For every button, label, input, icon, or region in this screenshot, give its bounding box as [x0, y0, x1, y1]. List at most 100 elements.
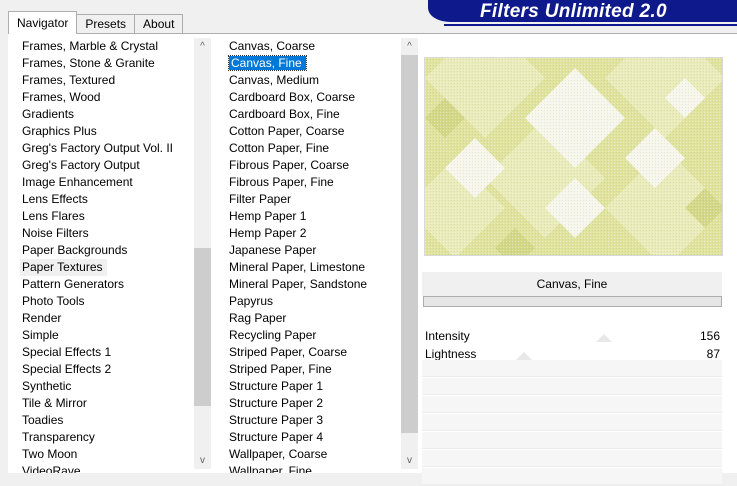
category-item-label: Paper Backgrounds: [22, 243, 128, 257]
category-item[interactable]: Special Effects 1: [20, 344, 195, 361]
param-intensity[interactable]: Intensity 156: [422, 328, 722, 345]
banner-underline: [444, 24, 737, 26]
tab-presets[interactable]: Presets: [76, 14, 136, 34]
category-item[interactable]: Greg's Factory Output Vol. II: [20, 140, 195, 157]
category-item[interactable]: Frames, Wood: [20, 89, 195, 106]
category-item[interactable]: Image Enhancement: [20, 174, 195, 191]
category-item[interactable]: Special Effects 2: [20, 361, 195, 378]
filter-scrollbar[interactable]: ^ v: [401, 38, 418, 469]
category-item[interactable]: Photo Tools: [20, 293, 195, 310]
category-item[interactable]: Lens Flares: [20, 208, 195, 225]
filter-item-label: Japanese Paper: [229, 243, 317, 257]
filter-item-label: Structure Paper 4: [229, 430, 324, 444]
category-item-label: Frames, Stone & Granite: [22, 56, 155, 70]
category-item[interactable]: Frames, Stone & Granite: [20, 55, 195, 72]
filter-item[interactable]: Striped Paper, Coarse: [227, 344, 402, 361]
category-item[interactable]: Render: [20, 310, 195, 327]
category-item-label: Photo Tools: [22, 294, 85, 308]
filter-item[interactable]: Rag Paper: [227, 310, 402, 327]
scroll-up-icon[interactable]: ^: [401, 38, 418, 55]
scroll-down-icon[interactable]: v: [401, 452, 418, 469]
scroll-down-icon[interactable]: v: [194, 452, 211, 469]
category-scrollbar[interactable]: ^ v: [194, 38, 211, 469]
category-item-label: Graphics Plus: [22, 124, 97, 138]
filter-item[interactable]: Mineral Paper, Limestone: [227, 259, 402, 276]
filter-item[interactable]: Striped Paper, Fine: [227, 361, 402, 378]
filter-item[interactable]: Canvas, Coarse: [227, 38, 402, 55]
category-item[interactable]: Toadies: [20, 412, 195, 429]
filter-item-label: Papyrus: [229, 294, 274, 308]
category-item[interactable]: Frames, Textured: [20, 72, 195, 89]
category-item[interactable]: Transparency: [20, 429, 195, 446]
param-row-empty: [422, 450, 722, 467]
category-item-label: Pattern Generators: [22, 277, 125, 291]
category-item[interactable]: Pattern Generators: [20, 276, 195, 293]
filter-item[interactable]: Structure Paper 4: [227, 429, 402, 446]
category-item[interactable]: Gradients: [20, 106, 195, 123]
filter-item-label: Fibrous Paper, Coarse: [229, 158, 350, 172]
category-item[interactable]: Noise Filters: [20, 225, 195, 242]
category-item-label: Lens Flares: [22, 209, 85, 223]
category-item[interactable]: Two Moon: [20, 446, 195, 463]
filter-item[interactable]: Structure Paper 2: [227, 395, 402, 412]
category-item[interactable]: Greg's Factory Output: [20, 157, 195, 174]
param-row-empty: [422, 396, 722, 413]
filter-item[interactable]: Wallpaper, Coarse: [227, 446, 402, 463]
param-row-empty: [422, 432, 722, 449]
param-value: 156: [699, 329, 720, 343]
filter-item[interactable]: Structure Paper 1: [227, 378, 402, 395]
filter-item-label: Rag Paper: [229, 311, 287, 325]
category-item[interactable]: Graphics Plus: [20, 123, 195, 140]
category-item-label: Toadies: [22, 413, 64, 427]
category-item[interactable]: Paper Backgrounds: [20, 242, 195, 259]
filter-item[interactable]: Cotton Paper, Fine: [227, 140, 402, 157]
filter-item[interactable]: Cardboard Box, Fine: [227, 106, 402, 123]
filter-item[interactable]: Cotton Paper, Coarse: [227, 123, 402, 140]
filter-item[interactable]: Papyrus: [227, 293, 402, 310]
filter-item-label: Mineral Paper, Limestone: [229, 260, 366, 274]
param-row-empty: [422, 414, 722, 431]
filter-item[interactable]: Hemp Paper 1: [227, 208, 402, 225]
filter-item[interactable]: Structure Paper 3: [227, 412, 402, 429]
filter-item[interactable]: Mineral Paper, Sandstone: [227, 276, 402, 293]
category-item-label: Synthetic: [22, 379, 72, 393]
filter-item[interactable]: Canvas, Fine: [227, 55, 402, 72]
filter-scroll-thumb[interactable]: [401, 55, 418, 433]
category-item-label: Gradients: [22, 107, 75, 121]
scroll-up-icon[interactable]: ^: [194, 38, 211, 55]
category-item[interactable]: Simple: [20, 327, 195, 344]
category-item[interactable]: Paper Textures: [20, 259, 107, 276]
filter-item[interactable]: Canvas, Medium: [227, 72, 402, 89]
category-list[interactable]: Frames, Marble & Crystal Frames, Stone & …: [20, 38, 195, 473]
category-item-label: Special Effects 2: [22, 362, 112, 376]
filter-item[interactable]: Fibrous Paper, Coarse: [227, 157, 402, 174]
filter-item[interactable]: Cardboard Box, Coarse: [227, 89, 402, 106]
filter-item-label: Fibrous Paper, Fine: [229, 175, 334, 189]
category-item-label: Greg's Factory Output Vol. II: [22, 141, 174, 155]
category-item[interactable]: Lens Effects: [20, 191, 195, 208]
tab-about[interactable]: About: [134, 14, 184, 34]
main-panel: Frames, Marble & Crystal Frames, Stone & …: [8, 33, 737, 485]
filter-item-label: Cotton Paper, Fine: [229, 141, 330, 155]
category-item[interactable]: Frames, Marble & Crystal: [20, 38, 195, 55]
filter-item[interactable]: Hemp Paper 2: [227, 225, 402, 242]
filter-list[interactable]: Canvas, Coarse Canvas, Fine Canvas, Medium…: [227, 38, 402, 473]
category-scroll-thumb[interactable]: [194, 248, 211, 406]
filter-item-label: Canvas, Coarse: [229, 39, 316, 53]
preview-image: [424, 57, 723, 256]
tab-navigator[interactable]: Navigator: [8, 11, 78, 34]
filter-item-label: Canvas, Fine: [228, 55, 307, 71]
filter-item[interactable]: Recycling Paper: [227, 327, 402, 344]
preview-texture: [425, 58, 722, 255]
param-row-empty: [422, 360, 722, 377]
filter-item-label: Structure Paper 1: [229, 379, 324, 393]
category-item-label: Frames, Marble & Crystal: [22, 39, 159, 53]
filter-item[interactable]: Japanese Paper: [227, 242, 402, 259]
category-item[interactable]: Synthetic: [20, 378, 195, 395]
filter-item[interactable]: Fibrous Paper, Fine: [227, 174, 402, 191]
param-row-empty: [422, 378, 722, 395]
filter-name-label: Canvas, Fine: [422, 272, 722, 296]
category-item-label: Noise Filters: [22, 226, 89, 240]
category-item[interactable]: Tile & Mirror: [20, 395, 195, 412]
filter-item[interactable]: Filter Paper: [227, 191, 402, 208]
